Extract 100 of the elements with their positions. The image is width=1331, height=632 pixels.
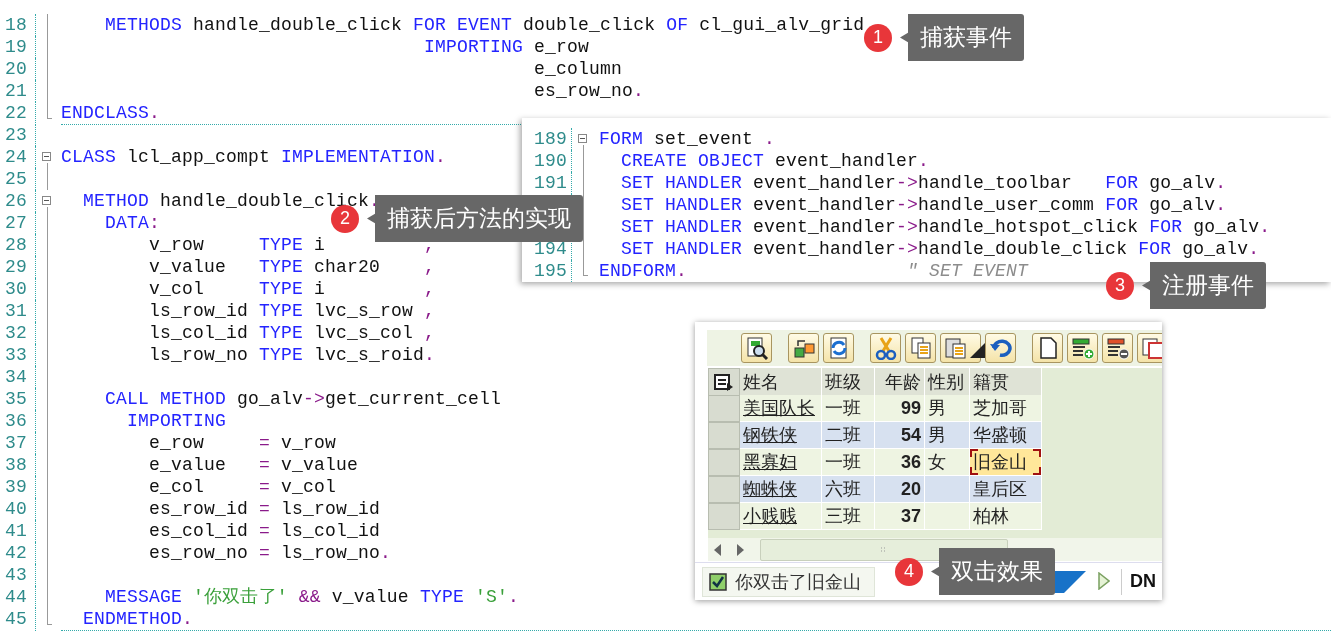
column-header[interactable]: 年龄 xyxy=(875,368,925,396)
table-cell[interactable]: 一班 xyxy=(822,449,875,476)
toolbar-button[interactable] xyxy=(1032,333,1063,363)
remove-row-icon xyxy=(1105,336,1130,360)
line-number: 34 xyxy=(5,366,27,388)
table-cell[interactable]: 二班 xyxy=(822,422,875,449)
code-line: ls_row_id TYPE lvc_s_row , xyxy=(149,300,436,322)
table-cell[interactable]: 三班 xyxy=(822,503,875,530)
code-line: ENDFORM. " SET EVENT xyxy=(599,260,1029,282)
paste-icon xyxy=(944,336,968,360)
line-number: 33 xyxy=(5,344,27,366)
table-cell[interactable]: 芝加哥 xyxy=(970,395,1042,422)
line-number: 30 xyxy=(5,278,27,300)
code-line: IMPORTING xyxy=(127,410,227,432)
table-cell[interactable]: 旧金山 xyxy=(970,449,1042,476)
line-number: 23 xyxy=(5,124,27,146)
toolbar-button[interactable] xyxy=(1102,333,1133,363)
copy-icon xyxy=(908,336,933,360)
table-cell[interactable]: 54 xyxy=(875,422,925,449)
code-line: DATA: xyxy=(105,212,161,234)
checkmark-icon xyxy=(709,573,727,591)
line-number: 191 xyxy=(534,172,567,194)
line-number: 19 xyxy=(5,36,27,58)
code-line: es_row_no = ls_row_no. xyxy=(149,542,392,564)
code-line: e_column xyxy=(534,58,623,80)
code-line: e_row = v_row xyxy=(149,432,337,454)
line-number: 18 xyxy=(5,14,27,36)
table-cell[interactable]: 六班 xyxy=(822,476,875,503)
line-number: 189 xyxy=(534,128,567,150)
code-line: es_row_no. xyxy=(534,80,645,102)
code-line: v_col TYPE i , xyxy=(149,278,436,300)
line-number: 195 xyxy=(534,260,567,282)
code-line: ls_row_no TYPE lvc_s_roid. xyxy=(149,344,436,366)
line-number: 26 xyxy=(5,190,27,212)
column-header[interactable]: 籍贯 xyxy=(970,368,1042,396)
table-cell[interactable] xyxy=(925,503,970,530)
column-header[interactable]: 姓名 xyxy=(740,368,822,396)
line-number: 20 xyxy=(5,58,27,80)
code-line: SET HANDLER event_handler->handle_user_comm FOR go_alv. xyxy=(621,194,1227,216)
table-cell[interactable]: 37 xyxy=(875,503,925,530)
line-number: 42 xyxy=(5,542,27,564)
code-line: e_col = v_col xyxy=(149,476,337,498)
table-cell[interactable]: 男 xyxy=(925,395,970,422)
callout-tooltip: 双击效果 xyxy=(931,548,1055,595)
line-number: 31 xyxy=(5,300,27,322)
collapse-icon[interactable] xyxy=(42,152,51,161)
line-number: 24 xyxy=(5,146,27,168)
play-icon[interactable] xyxy=(1098,572,1110,590)
system-name: DN xyxy=(1130,571,1156,592)
table-cell[interactable]: 华盛顿 xyxy=(970,422,1042,449)
toolbar-button[interactable] xyxy=(1067,333,1098,363)
scroll-right-icon[interactable] xyxy=(734,542,746,557)
line-number: 38 xyxy=(5,454,27,476)
table-cell[interactable]: 男 xyxy=(925,422,970,449)
column-header[interactable]: 性别 xyxy=(925,368,970,396)
column-header[interactable]: 班级 xyxy=(822,368,875,396)
code-line: IMPORTING e_row xyxy=(424,36,590,58)
code-line: e_value = v_value xyxy=(149,454,359,476)
code-line: es_col_id = ls_col_id xyxy=(149,520,381,542)
line-number: 37 xyxy=(5,432,27,454)
code-line: v_row TYPE i , xyxy=(149,234,436,256)
code-line: ENDMETHOD. xyxy=(83,608,194,630)
line-number: 44 xyxy=(5,586,27,608)
line-number: 22 xyxy=(5,102,27,124)
line-number: 32 xyxy=(5,322,27,344)
table-cell[interactable]: 女 xyxy=(925,449,970,476)
table-cell[interactable]: 99 xyxy=(875,395,925,422)
code-line: METHODS handle_double_click FOR EVENT double_click OF cl_gui_alv_grid xyxy=(105,14,865,36)
table-cell[interactable]: 36 xyxy=(875,449,925,476)
table-cell[interactable] xyxy=(925,476,970,503)
code-line: CLASS lcl_app_compt IMPLEMENTATION. xyxy=(61,146,447,168)
code-line: es_row_id = ls_row_id xyxy=(149,498,381,520)
toolbar-button[interactable] xyxy=(741,333,772,363)
code-line: SET HANDLER event_handler->handle_hotspot_click FOR go_alv. xyxy=(621,216,1271,238)
status-message: 你双击了旧金山 xyxy=(735,571,861,594)
table-cell[interactable]: 一班 xyxy=(822,395,875,422)
collapse-icon[interactable] xyxy=(578,134,587,143)
line-number: 36 xyxy=(5,410,27,432)
line-number: 29 xyxy=(5,256,27,278)
code-line: v_value TYPE char20 , xyxy=(149,256,436,278)
scissors-icon xyxy=(873,336,898,360)
line-number: 43 xyxy=(5,564,27,586)
line-number: 21 xyxy=(5,80,27,102)
layout-icon[interactable] xyxy=(714,373,734,391)
line-number: 41 xyxy=(5,520,27,542)
line-number: 40 xyxy=(5,498,27,520)
collapse-icon[interactable] xyxy=(42,196,51,205)
callout-tooltip: 注册事件 xyxy=(1142,262,1266,309)
line-number: 194 xyxy=(534,238,567,260)
table-cell[interactable]: 20 xyxy=(875,476,925,503)
table-cell[interactable]: 皇后区 xyxy=(970,476,1042,503)
line-number: 45 xyxy=(5,608,27,630)
line-number: 25 xyxy=(5,168,27,190)
table-cell[interactable]: 柏林 xyxy=(970,503,1042,530)
undo-icon xyxy=(988,336,1013,360)
scroll-left-icon[interactable] xyxy=(712,542,724,557)
window-icon xyxy=(1140,336,1162,360)
code-line: SET HANDLER event_handler->handle_toolbar FOR go_alv. xyxy=(621,172,1227,194)
line-number: 190 xyxy=(534,150,567,172)
code-line: SET HANDLER event_handler->handle_double_click FOR go_alv. xyxy=(621,238,1260,260)
